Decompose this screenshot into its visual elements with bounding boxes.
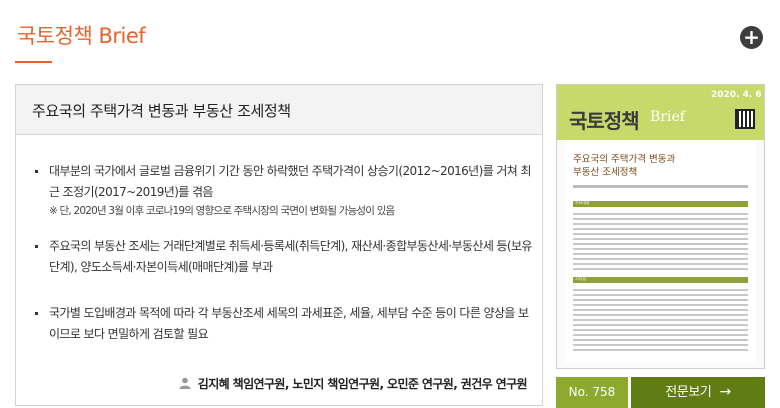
add-icon[interactable]: + — [740, 26, 763, 49]
article-card: 주요국의 주택가격 변동과 부동산 조세정책 대부분의 국가에서 글로벌 금융위… — [15, 84, 543, 406]
cover-headline-line: 부동산 조세정책 — [573, 167, 638, 178]
brand-underline — [15, 61, 52, 63]
arrow-right-icon: → — [719, 384, 731, 400]
cover-date: 2020. 4. 6 — [711, 90, 762, 100]
cover-logo-en: Brief — [650, 109, 685, 125]
cover-section-bar: 시사점 — [573, 276, 748, 283]
cover-page: 주요국의 주택가격 변동과 부동산 조세정책 주요내용 시사점 — [565, 141, 756, 363]
author-names: 김지혜 책임연구원, 노민지 책임연구원, 오민준 연구원, 권건우 연구원 — [197, 377, 528, 391]
cover-logo: 국토정책 — [569, 109, 640, 133]
page-header: 국토정책 Brief + — [0, 0, 780, 70]
cover-text-lines — [573, 289, 748, 354]
cover-byline — [573, 185, 748, 188]
brand-title: 국토정책 Brief — [17, 24, 146, 48]
view-full-button[interactable]: 전문보기 → — [631, 377, 765, 408]
brief-cover-image[interactable]: 2020. 4. 6 국토정책 Brief 주요국의 주택가격 변동과 부동산 … — [556, 84, 765, 369]
cover-section-label: 주요내용 — [575, 200, 590, 205]
cover-text-lines — [573, 213, 748, 273]
person-icon — [179, 377, 191, 389]
cover-section-bar: 주요내용 — [573, 200, 748, 207]
qr-code-icon — [735, 109, 755, 129]
article-header: 주요국의 주택가격 변동과 부동산 조세정책 — [16, 85, 542, 135]
cover-headline-line: 주요국의 주택가격 변동과 — [573, 154, 676, 165]
cover-banner: 2020. 4. 6 국토정책 Brief — [557, 85, 764, 140]
cover-headline: 주요국의 주택가격 변동과 부동산 조세정책 — [573, 153, 675, 179]
cover-section-label: 시사점 — [575, 276, 587, 281]
list-item: 주요국의 부동산 조세는 거래단계별로 취득세·등록세(취득단계), 재산세·종… — [33, 236, 533, 278]
issue-number-badge: No. 758 — [556, 377, 628, 408]
summary-list: 대부분의 국가에서 글로벌 금융위기 기간 동안 하락했던 주택가격이 상승기(… — [33, 161, 533, 345]
list-item: 국가별 도입배경과 목적에 따라 각 부동산조세 세목의 과세표준, 세율, 세… — [33, 303, 533, 345]
bullet-text: 대부분의 국가에서 글로벌 금융위기 기간 동안 하락했던 주택가격이 상승기(… — [49, 164, 531, 199]
view-full-label: 전문보기 — [665, 385, 712, 400]
bullet-text: 주요국의 부동산 조세는 거래단계별로 취득세·등록세(취득단계), 재산세·종… — [49, 239, 532, 274]
bullet-text: 국가별 도입배경과 목적에 따라 각 부동산조세 세목의 과세표준, 세율, 세… — [49, 306, 529, 341]
list-item: 대부분의 국가에서 글로벌 금융위기 기간 동안 하락했던 주택가격이 상승기(… — [33, 161, 533, 220]
author-line: 김지혜 책임연구원, 노민지 책임연구원, 오민준 연구원, 권건우 연구원 — [179, 375, 528, 392]
bullet-note: ※ 단, 2020년 3월 이후 코로나19의 영향으로 주택시장의 국면이 변… — [49, 205, 395, 217]
article-title[interactable]: 주요국의 주택가격 변동과 부동산 조세정책 — [32, 100, 291, 121]
